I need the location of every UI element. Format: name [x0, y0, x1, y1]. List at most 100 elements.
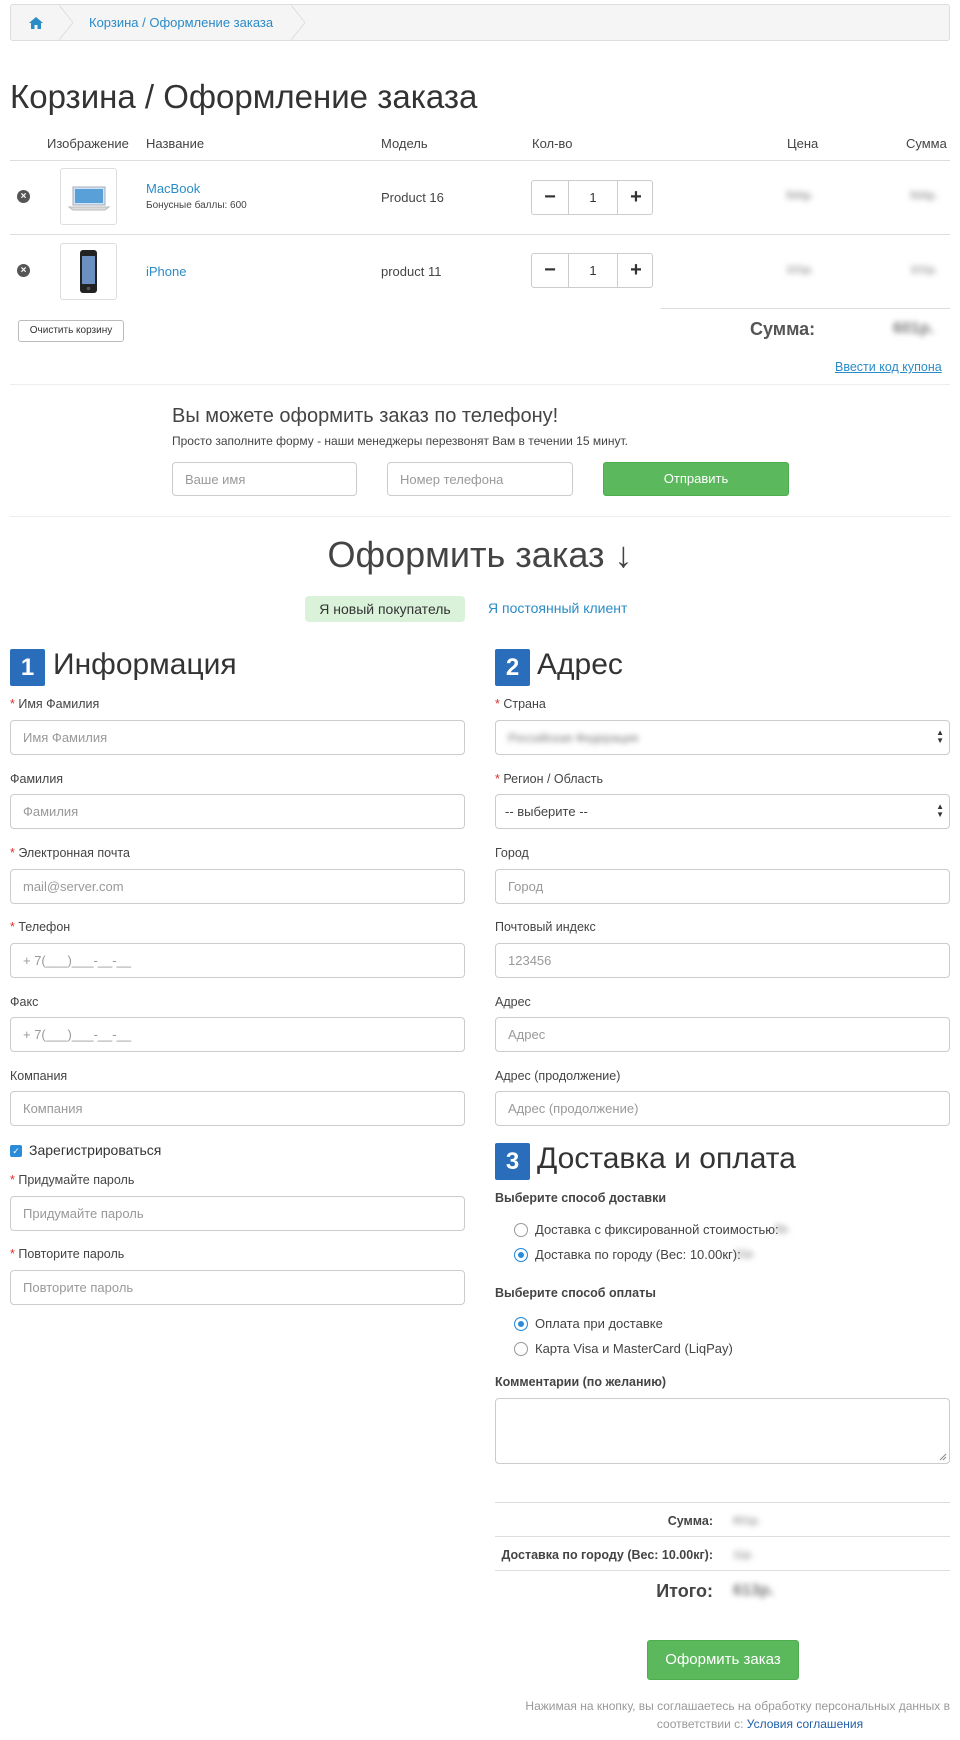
column-header-total: Сумма: [906, 136, 947, 151]
checkout-title: Оформить заказ ↓: [327, 534, 633, 575]
payment-option-label: Карта Visa и MasterCard (LiqPay): [535, 1341, 733, 1356]
comment-textarea[interactable]: [495, 1398, 950, 1464]
section-title-address: Адрес: [537, 648, 623, 681]
product-total: 500р.: [910, 190, 938, 202]
address2-input[interactable]: Адрес (продолжение): [495, 1091, 950, 1126]
section-title-info: Информация: [53, 648, 237, 681]
totals-total-label: Итого:: [656, 1581, 713, 1601]
payment-option-label: Оплата при доставке: [535, 1316, 663, 1331]
shipping-option-label: Доставка по городу (Вес: 10.00кг):: [535, 1247, 741, 1262]
register-label: Зарегистрироваться: [29, 1142, 162, 1158]
product-name-link[interactable]: MacBook: [146, 181, 200, 196]
quantity-value[interactable]: 1: [568, 254, 618, 287]
tab-existing-customer[interactable]: Я постоянный клиент: [488, 600, 627, 616]
address-input[interactable]: Адрес: [495, 1017, 950, 1052]
payment-radio-selected[interactable]: [514, 1317, 528, 1331]
product-model: product 11: [381, 264, 442, 279]
terms-link[interactable]: Условия соглашения: [747, 1717, 863, 1731]
email-input[interactable]: mail@server.com: [10, 869, 465, 904]
resize-handle-icon[interactable]: [939, 1453, 947, 1461]
payment-radio[interactable]: [514, 1342, 528, 1356]
remove-item-icon[interactable]: ×: [17, 264, 30, 277]
comment-label: Комментарии (по желанию): [495, 1375, 667, 1389]
column-header-image: Изображение: [47, 136, 129, 151]
plus-icon[interactable]: +: [618, 254, 654, 287]
consent-note-line2: соответствии с: Условия соглашения: [656, 1717, 864, 1731]
clear-cart-button[interactable]: Очистить корзину: [18, 320, 124, 342]
phone-order-phone-input[interactable]: Номер телефона: [387, 462, 573, 496]
place-order-button[interactable]: Оформить заказ: [647, 1640, 799, 1680]
quantity-value[interactable]: 1: [568, 181, 618, 214]
select-arrows-icon: ▲ ▼: [936, 728, 944, 745]
totals-sum-value: 601р.: [733, 1515, 761, 1527]
field-label: Фамилия: [10, 772, 64, 786]
shipping-radio-selected[interactable]: [514, 1248, 528, 1262]
name-input[interactable]: Имя Фамилия: [10, 720, 465, 755]
totals-shipping-value: 11р.: [733, 1549, 754, 1561]
field-label: Город: [495, 846, 529, 860]
company-input[interactable]: Компания: [10, 1091, 465, 1126]
field-label: * Имя Фамилия: [10, 697, 100, 711]
minus-icon[interactable]: −: [532, 181, 568, 214]
field-label: Компания: [10, 1069, 68, 1083]
consent-note-line1: Нажимая на кнопку, вы соглашаетесь на об…: [525, 1699, 950, 1713]
phone-order-subtitle: Просто заполните форму - наши менеджеры …: [172, 434, 628, 448]
fax-input[interactable]: + 7(___)___-__-__: [10, 1017, 465, 1052]
minus-icon[interactable]: −: [532, 254, 568, 287]
column-header-name: Название: [146, 136, 205, 151]
iphone-image: [80, 250, 97, 293]
phone-order-title: Вы можете оформить заказ по телефону!: [172, 405, 559, 427]
breadcrumb-separator: [59, 5, 73, 40]
phone-order-submit-button[interactable]: Отправить: [603, 462, 789, 496]
quantity-stepper: − 1 +: [531, 180, 653, 215]
field-label: * Регион / Область: [495, 772, 603, 786]
field-label: Почтовый индекс: [495, 920, 596, 934]
field-label: * Электронная почта: [10, 846, 130, 860]
shipping-heading: Выберите способ доставки: [495, 1191, 667, 1205]
section-number: 3: [495, 1143, 530, 1180]
region-select[interactable]: -- выберите -- ▲ ▼: [495, 794, 950, 829]
field-label: * Придумайте пароль: [10, 1173, 135, 1187]
home-icon[interactable]: [11, 5, 61, 40]
shipping-option-price: 5р.: [775, 1223, 791, 1235]
field-label: * Страна: [495, 697, 546, 711]
consent-note: Нажимая на кнопку, вы соглашаетесь на об…: [480, 1697, 950, 1733]
payment-heading: Выберите способ оплаты: [495, 1286, 656, 1300]
column-header-price: Цена: [787, 136, 819, 151]
breadcrumb-separator: [291, 5, 305, 40]
shipping-radio[interactable]: [514, 1223, 528, 1237]
section-number: 2: [495, 649, 530, 686]
breadcrumb: Корзина / Оформление заказа: [10, 4, 950, 41]
cart-sum-label: Сумма:: [750, 319, 816, 339]
coupon-link[interactable]: Ввести код купона: [835, 360, 942, 374]
product-total: 101р.: [910, 264, 938, 276]
totals-total-value: 613р.: [733, 1582, 774, 1599]
field-label: Адрес: [495, 995, 531, 1009]
product-name-link[interactable]: iPhone: [146, 264, 186, 279]
register-checkbox[interactable]: ✓: [10, 1145, 22, 1157]
field-label: Факс: [10, 995, 39, 1009]
password-input[interactable]: Придумайте пароль: [10, 1196, 465, 1231]
totals-sum-label: Сумма:: [667, 1514, 713, 1528]
phone-input[interactable]: + 7(___)___-__-__: [10, 943, 465, 978]
phone-order-name-input[interactable]: Ваше имя: [172, 462, 357, 496]
city-input[interactable]: Город: [495, 869, 950, 904]
product-price: 101р.: [786, 264, 814, 276]
plus-icon[interactable]: +: [618, 181, 654, 214]
zip-input[interactable]: 123456: [495, 943, 950, 978]
shipping-option-label: Доставка с фиксированной стоимостью:: [535, 1222, 779, 1237]
country-select[interactable]: Российская Федерация ▲ ▼: [495, 720, 950, 755]
cart-sum-value: 601р.: [893, 320, 934, 337]
product-thumbnail[interactable]: [60, 243, 117, 300]
product-bonus: Бонусные баллы: 600: [146, 200, 247, 211]
remove-item-icon[interactable]: ×: [17, 190, 30, 203]
lastname-input[interactable]: Фамилия: [10, 794, 465, 829]
column-header-model: Модель: [381, 136, 428, 151]
macbook-image: [67, 186, 111, 211]
tab-new-customer[interactable]: Я новый покупатель: [305, 596, 465, 622]
breadcrumb-current-link[interactable]: Корзина / Оформление заказа: [89, 15, 273, 30]
product-thumbnail[interactable]: [60, 168, 117, 225]
confirm-password-input[interactable]: Повторите пароль: [10, 1270, 465, 1305]
column-header-qty: Кол-во: [532, 136, 573, 151]
section-number: 1: [10, 649, 45, 686]
